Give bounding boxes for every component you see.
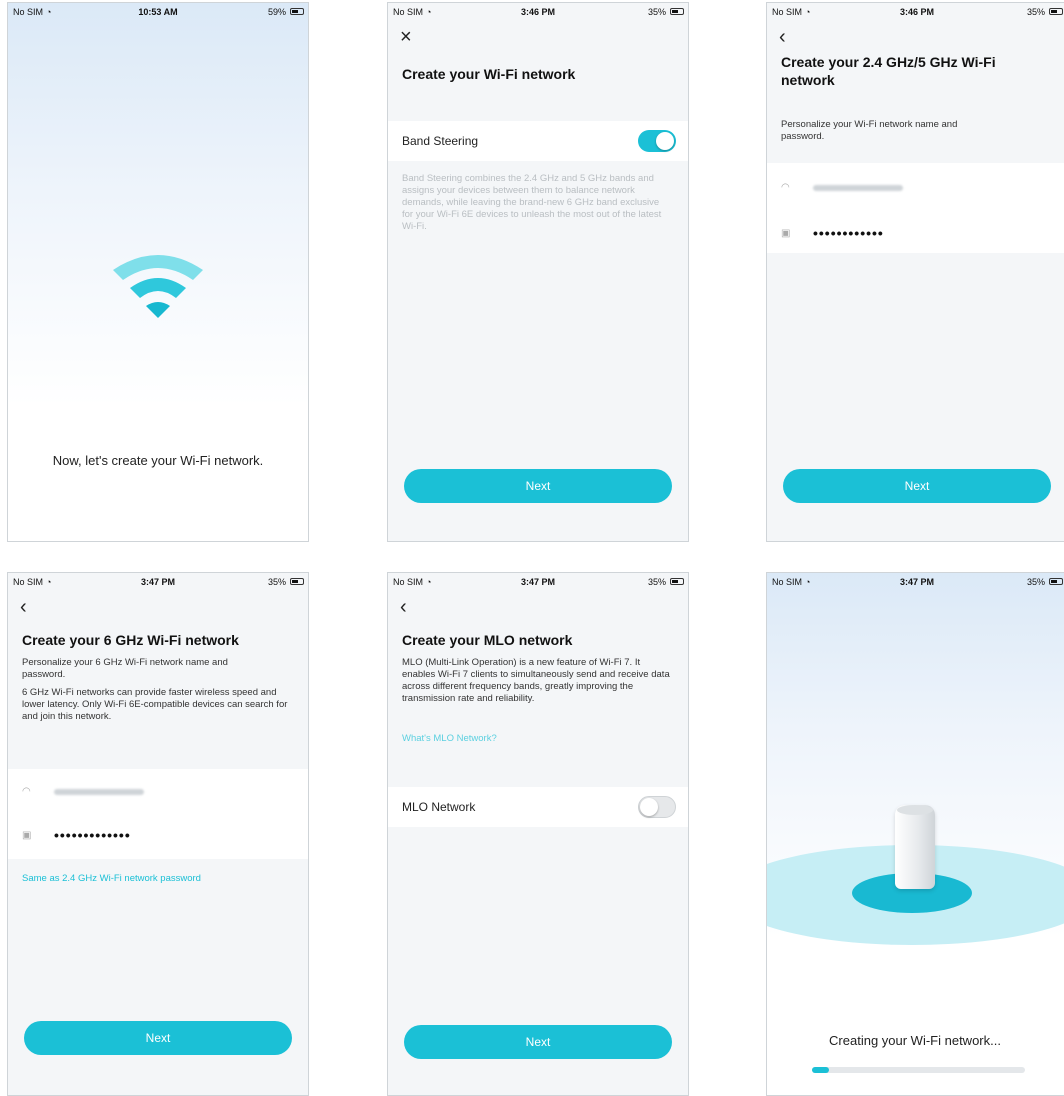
network-name-value bbox=[54, 789, 144, 795]
lock-icon: ▣ bbox=[781, 228, 791, 239]
page-description: Personalize your Wi-Fi network name and … bbox=[781, 119, 958, 142]
back-icon[interactable]: ‹ bbox=[400, 597, 407, 617]
mlo-row: MLO Network bbox=[388, 787, 688, 827]
network-name-field[interactable]: ◠ bbox=[781, 179, 1053, 203]
6ghz-info: 6 GHz Wi-Fi networks can provide faster … bbox=[22, 687, 288, 722]
progress-fill bbox=[812, 1067, 830, 1073]
status-bar: No SIM ◔ 3:47 PM 35% bbox=[8, 573, 308, 593]
battery-icon bbox=[290, 578, 304, 585]
status-bar: No SIM ◔ 3:46 PM 35% bbox=[388, 3, 688, 23]
mlo-toggle[interactable] bbox=[638, 796, 676, 818]
back-icon[interactable]: ‹ bbox=[779, 27, 786, 47]
band-steering-label: Band Steering bbox=[402, 134, 479, 148]
status-bar: No SIM ◔ 3:47 PM 35% bbox=[767, 573, 1064, 593]
battery-icon bbox=[1049, 8, 1063, 15]
creating-message: Creating your Wi-Fi network... bbox=[829, 1033, 1001, 1048]
wifi-icon: ◠ bbox=[22, 786, 31, 797]
battery-percent: 35% bbox=[1026, 577, 1045, 587]
toggle-knob bbox=[656, 132, 674, 150]
credentials-card: ◠ ▣ •••••••••••• bbox=[767, 163, 1064, 253]
clock: 10:53 AM bbox=[138, 7, 178, 17]
mlo-description: MLO (Multi-Link Operation) is a new feat… bbox=[402, 657, 670, 704]
screen-create-mlo: No SIM ◔ 3:47 PM 35% ‹ Create your MLO ne… bbox=[387, 572, 689, 1096]
network-name-value bbox=[813, 185, 903, 191]
battery-percent: 35% bbox=[647, 577, 666, 587]
router-device bbox=[895, 805, 935, 889]
status-bar: No SIM ◔ 10:53 AM 59% bbox=[8, 3, 308, 23]
status-bar: No SIM ◔ 3:47 PM 35% bbox=[388, 573, 688, 593]
status-bar: No SIM ◔ 3:46 PM 35% bbox=[767, 3, 1064, 23]
battery-percent: 35% bbox=[267, 577, 286, 587]
page-title: Create your Wi-Fi network bbox=[402, 66, 576, 82]
lock-icon: ▣ bbox=[22, 830, 32, 841]
screen-create-6ghz: No SIM ◔ 3:47 PM 35% ‹ Create your 6 GHz … bbox=[7, 572, 309, 1096]
screen-create-24-5ghz: No SIM ◔ 3:46 PM 35% ‹ Create your 2.4 GH… bbox=[766, 2, 1064, 542]
page-title: Create your 6 GHz Wi-Fi network bbox=[22, 632, 239, 648]
network-name-field[interactable]: ◠ bbox=[22, 783, 294, 807]
battery-icon bbox=[670, 578, 684, 585]
clock: 3:47 PM bbox=[520, 577, 555, 587]
mlo-label: MLO Network bbox=[402, 800, 476, 814]
battery-percent: 35% bbox=[647, 7, 666, 17]
wifi-icon: ◠ bbox=[781, 182, 790, 193]
progress-bar bbox=[812, 1067, 1025, 1073]
close-icon[interactable]: × bbox=[400, 27, 412, 47]
back-icon[interactable]: ‹ bbox=[20, 597, 27, 617]
next-button[interactable]: Next bbox=[24, 1021, 292, 1055]
battery-percent: 59% bbox=[267, 7, 286, 17]
same-password-link[interactable]: Same as 2.4 GHz Wi-Fi network password bbox=[22, 873, 201, 884]
battery-icon bbox=[290, 8, 304, 15]
band-steering-description: Band Steering combines the 2.4 GHz and 5… bbox=[402, 173, 662, 232]
band-steering-row: Band Steering bbox=[388, 121, 688, 161]
what-is-mlo-link[interactable]: What's MLO Network? bbox=[402, 733, 497, 744]
page-description: Personalize your 6 GHz Wi-Fi network nam… bbox=[22, 657, 228, 680]
password-value: •••••••••••• bbox=[813, 225, 884, 241]
next-button[interactable]: Next bbox=[404, 469, 672, 503]
band-steering-toggle[interactable] bbox=[638, 130, 676, 152]
battery-percent: 35% bbox=[1026, 7, 1045, 17]
password-value: ••••••••••••• bbox=[54, 827, 131, 843]
password-field[interactable]: ▣ ••••••••••••• bbox=[22, 827, 294, 851]
clock: 3:46 PM bbox=[520, 7, 555, 17]
intro-message: Now, let's create your Wi-Fi network. bbox=[52, 453, 264, 468]
wifi-large-icon bbox=[113, 255, 203, 318]
page-title: Create your 2.4 GHz/5 GHz Wi-Fi network bbox=[781, 54, 996, 88]
screen-intro: No SIM ◔ 10:53 AM 59% Now, let's create y… bbox=[7, 2, 309, 542]
next-button[interactable]: Next bbox=[404, 1025, 672, 1059]
screen-create-wifi: No SIM ◔ 3:46 PM 35% × Create your Wi-Fi … bbox=[387, 2, 689, 542]
page-title: Create your MLO network bbox=[402, 632, 573, 648]
clock: 3:47 PM bbox=[140, 577, 175, 587]
clock: 3:47 PM bbox=[899, 577, 934, 587]
battery-icon bbox=[1049, 578, 1063, 585]
toggle-knob bbox=[640, 798, 658, 816]
screen-creating: No SIM ◔ 3:47 PM 35% Creating your Wi-Fi … bbox=[766, 572, 1064, 1096]
next-button[interactable]: Next bbox=[783, 469, 1051, 503]
clock: 3:46 PM bbox=[899, 7, 934, 17]
credentials-card: ◠ ▣ ••••••••••••• bbox=[8, 769, 308, 859]
password-field[interactable]: ▣ •••••••••••• bbox=[781, 225, 1053, 249]
battery-icon bbox=[670, 8, 684, 15]
router-top bbox=[897, 805, 933, 815]
